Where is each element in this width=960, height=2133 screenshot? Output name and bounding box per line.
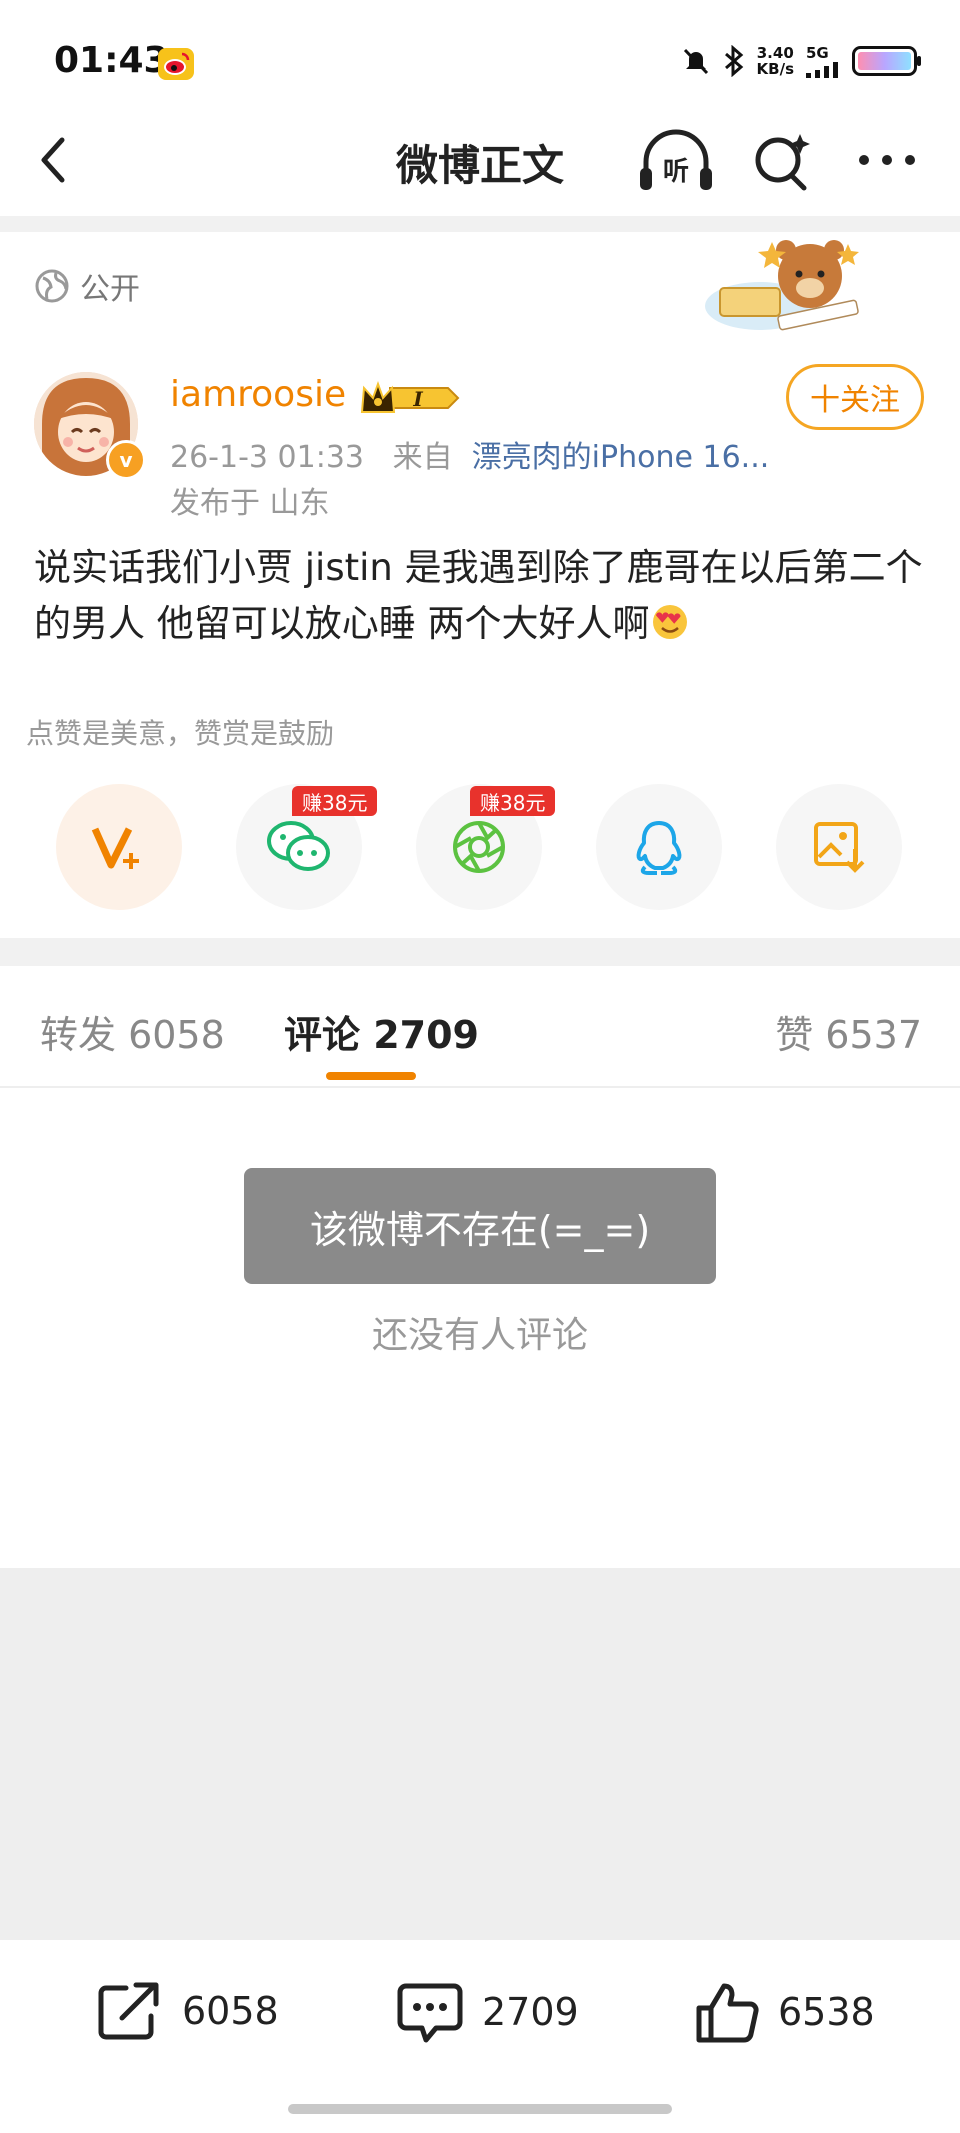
username[interactable]: iamroosie — [170, 374, 346, 415]
signal-icon — [806, 62, 840, 78]
earn-tag: 赚38元 — [292, 786, 378, 816]
post-date: 26-1-3 01:33 — [170, 440, 364, 475]
search-icon — [755, 134, 810, 191]
comment-count: 2709 — [482, 1990, 579, 2034]
follow-button[interactable]: 十关注 — [786, 364, 924, 430]
status-icons: 3.40 KB/s 5G — [681, 44, 922, 78]
visibility-text: 公开 — [80, 272, 140, 307]
visibility-label: 公开 — [34, 264, 140, 308]
post-source-link[interactable]: 漂亮肉的iPhone 16... — [472, 440, 770, 475]
svg-text:听: 听 — [663, 157, 689, 187]
bluetooth-icon — [723, 45, 745, 77]
listen-icon: 听 — [640, 129, 712, 190]
post-meta: 26-1-3 01:33 来自 漂亮肉的iPhone 16... — [170, 432, 769, 476]
repost-count: 6058 — [182, 1989, 279, 2033]
wechat-icon — [267, 821, 330, 871]
empty-comments-text: 还没有人评论 — [371, 1315, 588, 1356]
listen-button[interactable]: 听 — [636, 128, 716, 198]
save-image-button[interactable] — [776, 784, 902, 910]
network-type: 5G — [806, 44, 829, 62]
qq-icon — [636, 821, 682, 875]
vplus-icon — [91, 827, 139, 869]
tab-like[interactable]: 赞 6537 — [775, 1004, 922, 1059]
home-indicator[interactable] — [288, 2104, 672, 2114]
post-location: 发布于 山东 — [170, 486, 330, 521]
tab-active-indicator — [326, 1072, 416, 1080]
reward-hint: 点赞是美意，赞赏是鼓励 — [26, 717, 335, 750]
share-vplus-button[interactable] — [56, 784, 182, 910]
comment-button[interactable]: 2709 — [396, 1980, 579, 2044]
post-text: 说实话我们小贾 jistin 是我遇到除了鹿哥在以后第二个的男人 他留可以放心睡… — [34, 540, 934, 652]
heart-eyes-emoji-icon — [650, 602, 690, 642]
repost-icon — [98, 1982, 159, 2040]
repost-button[interactable]: 6058 — [96, 1980, 279, 2042]
net-speed: 3.40 KB/s — [756, 44, 794, 78]
thumbs-up-icon — [696, 1983, 759, 2043]
error-toast: 该微博不存在(=_=) — [244, 1168, 716, 1284]
weibo-app-icon — [158, 48, 194, 80]
moments-icon — [453, 821, 505, 873]
vip-badge[interactable]: I — [360, 378, 460, 418]
signal-group: 5G — [806, 44, 840, 78]
post-body-text: 说实话我们小贾 jistin 是我遇到除了鹿哥在以后第二个的男人 他留可以放心睡… — [34, 546, 923, 645]
more-icon — [859, 155, 915, 165]
source-prefix: 来自 — [392, 440, 453, 475]
comment-icon — [397, 1983, 463, 2043]
save-image-icon — [814, 822, 865, 873]
more-button[interactable] — [852, 140, 922, 180]
mute-icon — [681, 46, 711, 76]
section-divider — [0, 216, 960, 232]
section-divider — [0, 938, 960, 966]
tab-divider — [0, 1086, 960, 1088]
tab-comment[interactable]: 评论 2709 — [284, 1004, 479, 1059]
svg-text:I: I — [412, 387, 423, 411]
search-button[interactable] — [750, 130, 820, 194]
empty-area — [0, 1568, 960, 1940]
like-button[interactable]: 6538 — [694, 1980, 875, 2044]
status-time: 01:43 — [54, 40, 169, 81]
globe-icon — [35, 269, 69, 303]
verified-badge: v — [106, 440, 146, 480]
share-qq-button[interactable] — [596, 784, 722, 910]
bear-sticker-decoration — [700, 236, 870, 336]
battery-icon — [852, 46, 922, 76]
earn-tag: 赚38元 — [470, 786, 556, 816]
like-count: 6538 — [778, 1990, 875, 2034]
tab-repost[interactable]: 转发 6058 — [40, 1004, 225, 1059]
